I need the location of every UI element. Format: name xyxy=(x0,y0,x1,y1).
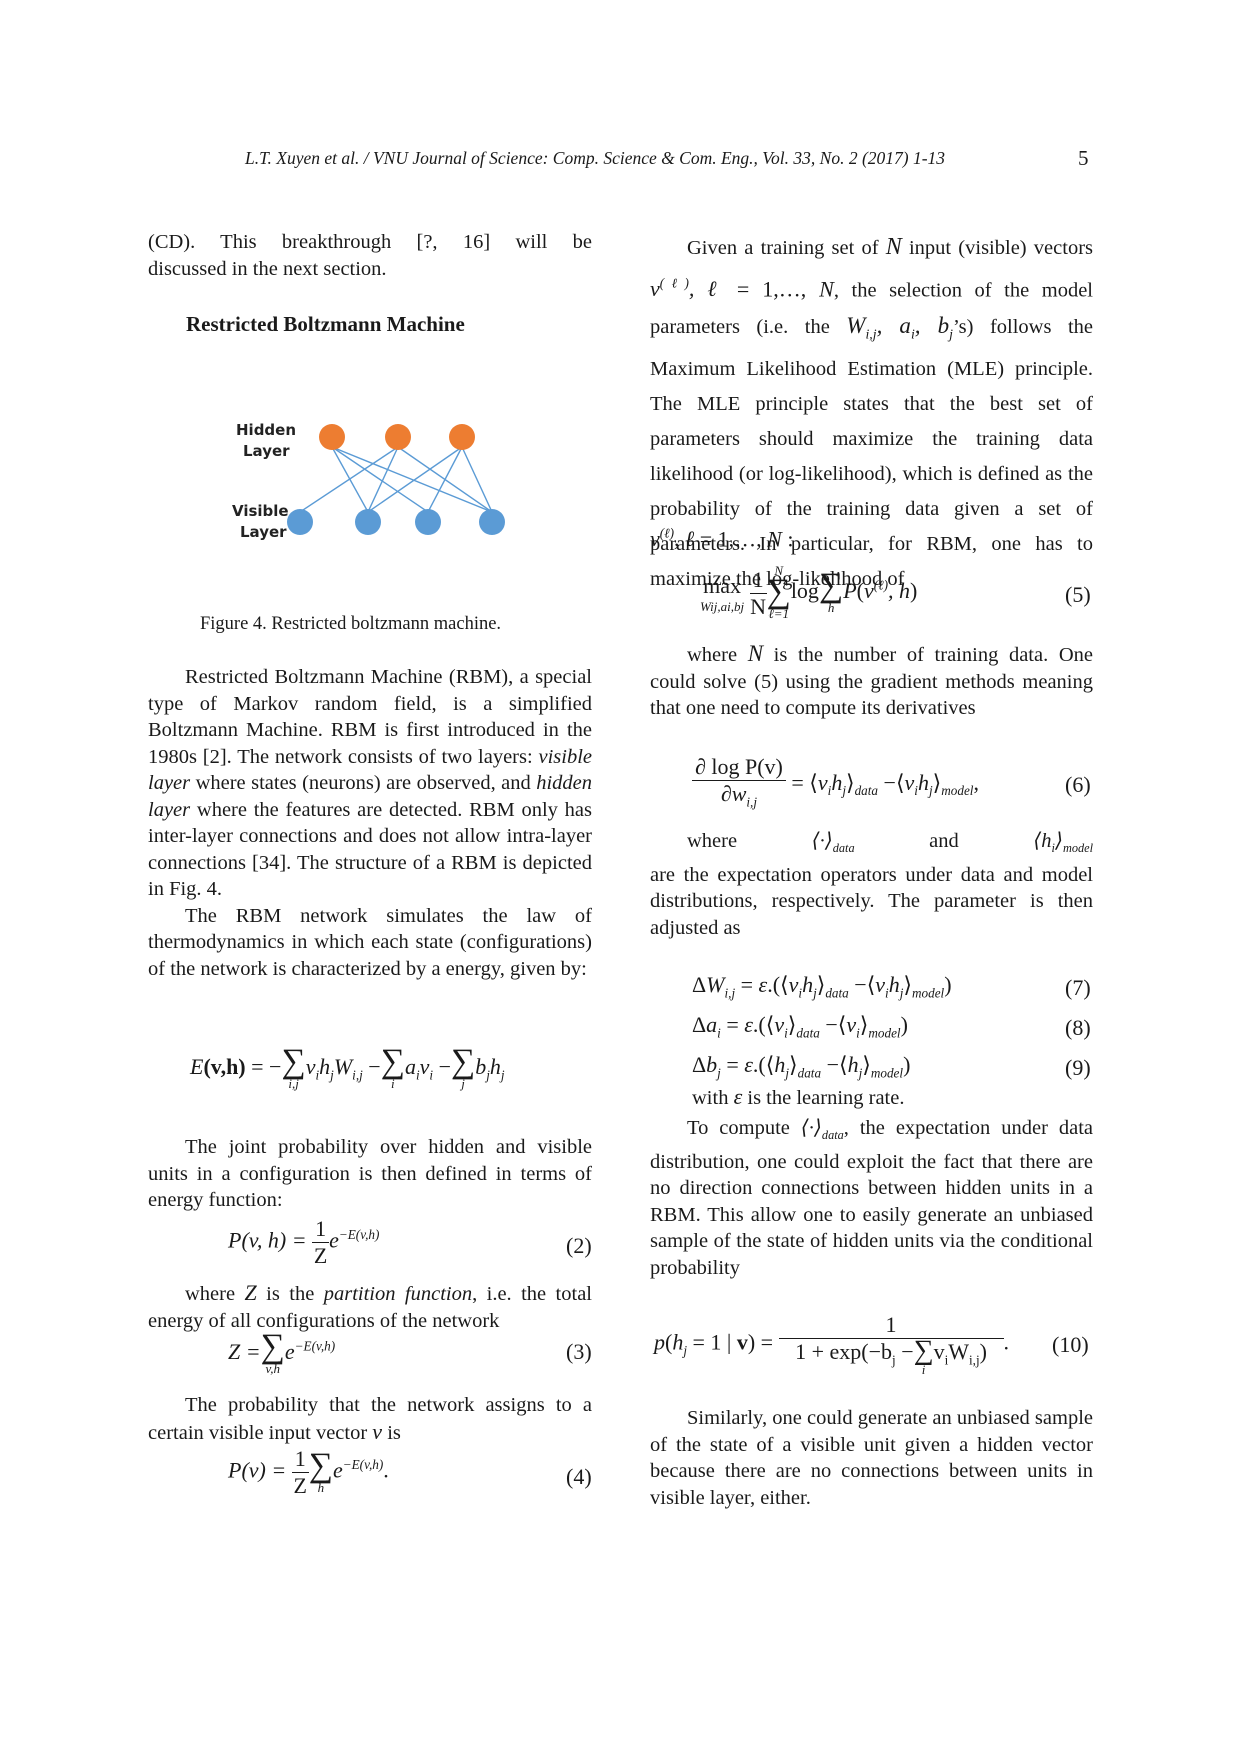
var: v xyxy=(372,1418,383,1444)
rbm-paragraph: Restricted Boltzmann Machine (RBM), a sp… xyxy=(148,664,592,982)
numerator: 1 xyxy=(778,1312,1004,1339)
var: Z xyxy=(244,1280,257,1305)
exponent: −E(v,h) xyxy=(338,1227,380,1243)
exponent: −E(v,h) xyxy=(294,1338,336,1354)
partition-paragraph: where Z is the partition function, i.e. … xyxy=(148,1280,592,1334)
connection-edges xyxy=(299,446,493,513)
equation-2: P(v, h) = 1 Ze−E(v,h) xyxy=(228,1216,380,1268)
text: where xyxy=(185,1283,245,1305)
text: Similarly, one could generate an unbiase… xyxy=(650,1407,1093,1509)
var: N xyxy=(747,641,764,666)
max-subscript: Wij,ai,bj xyxy=(700,599,745,614)
eq-lhs: P(v) = xyxy=(228,1457,287,1483)
hidden-unit xyxy=(449,424,475,450)
numerator: 1 xyxy=(291,1446,309,1473)
visible-unit xyxy=(415,509,441,535)
similarly-paragraph: Similarly, one could generate an unbiase… xyxy=(650,1405,1093,1511)
eq-symbol: E xyxy=(190,1054,204,1080)
denominator: ∂w xyxy=(720,781,747,806)
text: is xyxy=(382,1421,401,1444)
equation-number-4: (4) xyxy=(566,1464,592,1489)
equation-number-6: (6) xyxy=(1065,772,1091,797)
energy-equation: E(v,h) = − ∑ i,j vihjWi,j − ∑ i aivi − ∑ j bjhj xyxy=(190,1043,505,1091)
connection-edge xyxy=(427,446,463,513)
equation-number-8: (8) xyxy=(1065,1015,1091,1040)
text: is the xyxy=(256,1283,324,1305)
equation-number-7: (7) xyxy=(1065,975,1091,1000)
emphasis-partition-function: partition function xyxy=(323,1283,473,1305)
sum-limit: ℓ=1 xyxy=(768,606,790,621)
exponent: −E(v,h) xyxy=(342,1457,384,1473)
intro-line-1: (CD). This breakthrough [?, 16] will be xyxy=(148,231,592,253)
var: N xyxy=(885,234,902,260)
section-heading: Restricted Boltzmann Machine xyxy=(186,312,465,336)
equation-9: Δbj = ε.(⟨hj⟩data −⟨hj⟩model) xyxy=(692,1052,911,1081)
text: The probability that the network assigns… xyxy=(148,1394,592,1444)
equation-8: Δai = ε.(⟨vi⟩data −⟨vi⟩model) xyxy=(692,1012,908,1041)
subscript-model: model xyxy=(941,783,974,799)
hidden-unit xyxy=(319,424,345,450)
max-operator: max xyxy=(703,573,741,598)
running-header: L.T. Xuyen et al. / VNU Journal of Scien… xyxy=(245,148,946,168)
thermo-paragraph: The RBM network simulates the law of the… xyxy=(148,904,592,980)
equation-10: p(hj = 1 | v) = 11 + exp(−bj − ∑ i viWi,j). xyxy=(654,1312,1010,1377)
eq-lhs: P(v, h) = xyxy=(228,1227,307,1253)
visible-unit xyxy=(287,509,313,535)
numerator: ∂ log P(v) xyxy=(695,754,783,779)
text: and xyxy=(929,830,959,852)
equation-number-9: (9) xyxy=(1065,1055,1091,1080)
text: where xyxy=(687,644,748,666)
denominator: Z xyxy=(293,1473,307,1498)
denominator: Z xyxy=(313,1243,328,1268)
hidden-unit xyxy=(385,424,411,450)
text: Given a training set of xyxy=(687,237,886,259)
equation-number-3: (3) xyxy=(566,1339,592,1364)
numerator: 1 xyxy=(312,1216,330,1243)
equation-6: ∂ log P(v) ∂wi,j = ⟨vihj⟩data −⟨vihj⟩mode… xyxy=(692,754,979,815)
intro-line-2: discussed in the next section. xyxy=(148,257,387,280)
intro-paragraph: (CD). This breakthrough [?, 16] will be … xyxy=(148,229,592,282)
numerator: 1 xyxy=(752,566,764,592)
visible-layer-label-2: Layer xyxy=(240,523,287,541)
text: Restricted Boltzmann Machine (RBM), a sp… xyxy=(148,666,592,768)
equation-4: P(v) = 1 Z ∑ h e−E(v,h). xyxy=(228,1446,389,1498)
where-operators-paragraph: where ⟨·⟩data and ⟨hi⟩model are the expe… xyxy=(650,828,1093,941)
learning-rate-line: with ε is the learning rate. xyxy=(692,1084,904,1110)
rbm-figure: Hidden Layer Visible Layer xyxy=(232,421,505,541)
vector-range: v(ℓ), ℓ = 1,…, N : xyxy=(650,526,794,552)
hidden-layer-label-2: Layer xyxy=(243,442,290,460)
where-n-paragraph: where N is the number of training data. … xyxy=(650,641,1093,722)
visible-unit xyxy=(355,509,381,535)
text: is the learning rate. xyxy=(742,1087,905,1109)
log: log xyxy=(790,578,819,604)
equation-number-2: (2) xyxy=(566,1233,592,1258)
visible-unit xyxy=(479,509,505,535)
denominator: N xyxy=(749,592,767,619)
text: where the features are detected. RBM onl… xyxy=(148,798,592,901)
visible-layer-label-1: Visible xyxy=(232,502,289,520)
equation-number-10: (10) xyxy=(1052,1332,1089,1357)
eq-lhs: Z = xyxy=(228,1339,261,1365)
text: The joint probability over hidden and vi… xyxy=(148,1136,592,1211)
equation-number-5: (5) xyxy=(1065,582,1091,607)
equation-7: ΔWi,j = ε.(⟨vihj⟩data −⟨vihj⟩model) xyxy=(692,972,952,1001)
joint-prob-paragraph: The joint probability over hidden and vi… xyxy=(148,1134,592,1214)
text: where states (neurons) are observed, and xyxy=(190,772,537,794)
equation-3: Z = ∑ v,h e−E(v,h) xyxy=(228,1328,336,1376)
compute-paragraph: To compute ⟨·⟩data, the expectation unde… xyxy=(650,1117,1093,1279)
figure-caption: Figure 4. Restricted boltzmann machine. xyxy=(200,614,502,634)
text: To compute xyxy=(687,1117,801,1139)
text: with xyxy=(692,1087,734,1109)
text: are the expectation operators under data… xyxy=(650,863,1093,939)
text: input (visible) vectors xyxy=(901,237,1094,259)
text: , the expectation under data distributio… xyxy=(650,1117,1093,1279)
subscript-data: data xyxy=(854,783,879,799)
text: where xyxy=(687,830,738,852)
equation-5: max Wij,ai,bj 1 N N ∑ ℓ=1 log ∑ h P(v(ℓ), h) xyxy=(700,563,918,621)
page-number: 5 xyxy=(1078,146,1089,170)
var: ε xyxy=(733,1084,743,1109)
hidden-layer-label-1: Hidden xyxy=(236,421,296,439)
probability-paragraph: The probability that the network assigns… xyxy=(148,1392,592,1446)
